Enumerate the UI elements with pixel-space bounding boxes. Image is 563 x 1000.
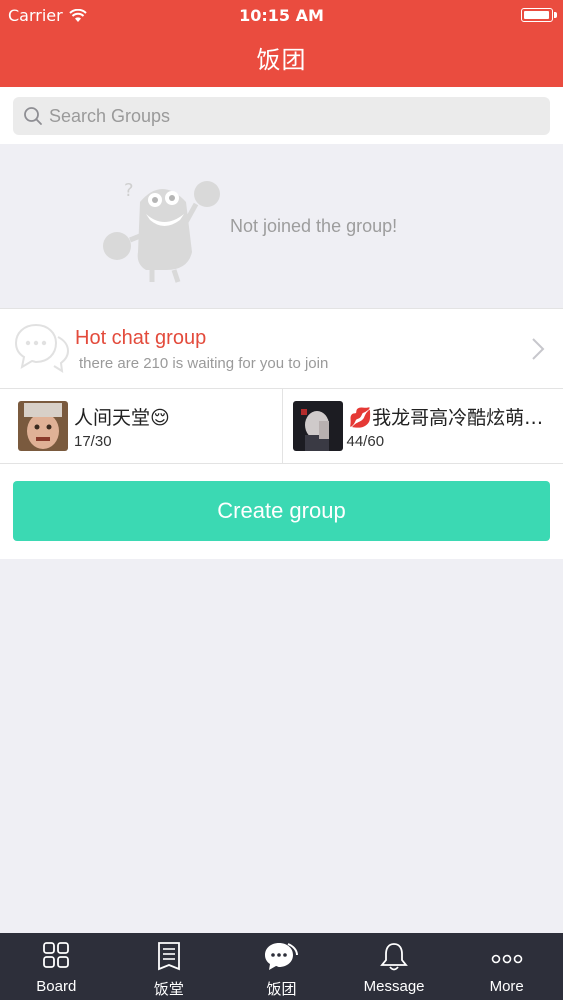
search-bar (0, 87, 563, 144)
group-name: 人间天堂😌 (74, 407, 170, 429)
chat-bubble-icon (265, 943, 299, 970)
create-group-button[interactable]: Create group (13, 481, 550, 541)
group-member-count: 44/60 (346, 433, 385, 450)
tab-board[interactable]: Board (0, 933, 113, 1000)
document-icon (157, 942, 180, 971)
search-field[interactable] (13, 97, 550, 135)
top-header: Carrier 10:15 AM 饭团 (0, 0, 563, 87)
more-dots-icon (491, 954, 522, 964)
status-bar: Carrier 10:15 AM (0, 0, 563, 30)
empty-state-text: Not joined the group! (230, 216, 398, 236)
tab-label: 饭团 (266, 981, 297, 998)
svg-text:?: ? (124, 180, 134, 201)
tab-label: More (489, 978, 524, 995)
tab-fantang[interactable]: 饭堂 (113, 933, 226, 1000)
search-input[interactable] (49, 105, 529, 127)
search-icon (24, 107, 42, 125)
mascot-illustration: ? (103, 180, 220, 283)
tab-label: Message (363, 978, 425, 995)
group-item[interactable]: 💋我龙哥高冷酷炫萌… 44/60 (281, 389, 563, 463)
hot-chat-subtitle: there are 210 is waiting for you to join (79, 355, 329, 372)
tab-bar: Board 饭堂 饭团 Message More (0, 933, 563, 1000)
group-avatar (18, 401, 68, 451)
chat-bubbles-icon (14, 323, 70, 373)
battery-icon (521, 8, 557, 22)
tab-label: 饭堂 (153, 981, 184, 998)
bell-icon (380, 943, 408, 971)
tab-fantuan[interactable]: 饭团 (225, 933, 338, 1000)
group-member-count: 17/30 (74, 433, 112, 450)
group-name: 💋我龙哥高冷酷炫萌… (348, 407, 544, 429)
tab-message[interactable]: Message (338, 933, 451, 1000)
status-time: 10:15 AM (239, 6, 324, 25)
tab-label: Board (36, 978, 77, 995)
group-item[interactable]: 人间天堂😌 17/30 (0, 389, 282, 463)
group-avatar (292, 401, 343, 451)
empty-state: ? Not joined the group! (0, 144, 563, 308)
page-title: 饭团 (256, 46, 307, 74)
chevron-right-icon (532, 338, 545, 360)
grid-icon (43, 942, 70, 968)
create-group-section: Create group (0, 464, 563, 559)
hot-chat-title: Hot chat group (75, 327, 207, 349)
hot-chat-row[interactable]: Hot chat group there are 210 is waiting … (0, 308, 563, 389)
tab-more[interactable]: More (450, 933, 563, 1000)
group-list: 人间天堂😌 17/30 💋我龙哥高冷酷炫萌… 44/60 (0, 389, 563, 464)
